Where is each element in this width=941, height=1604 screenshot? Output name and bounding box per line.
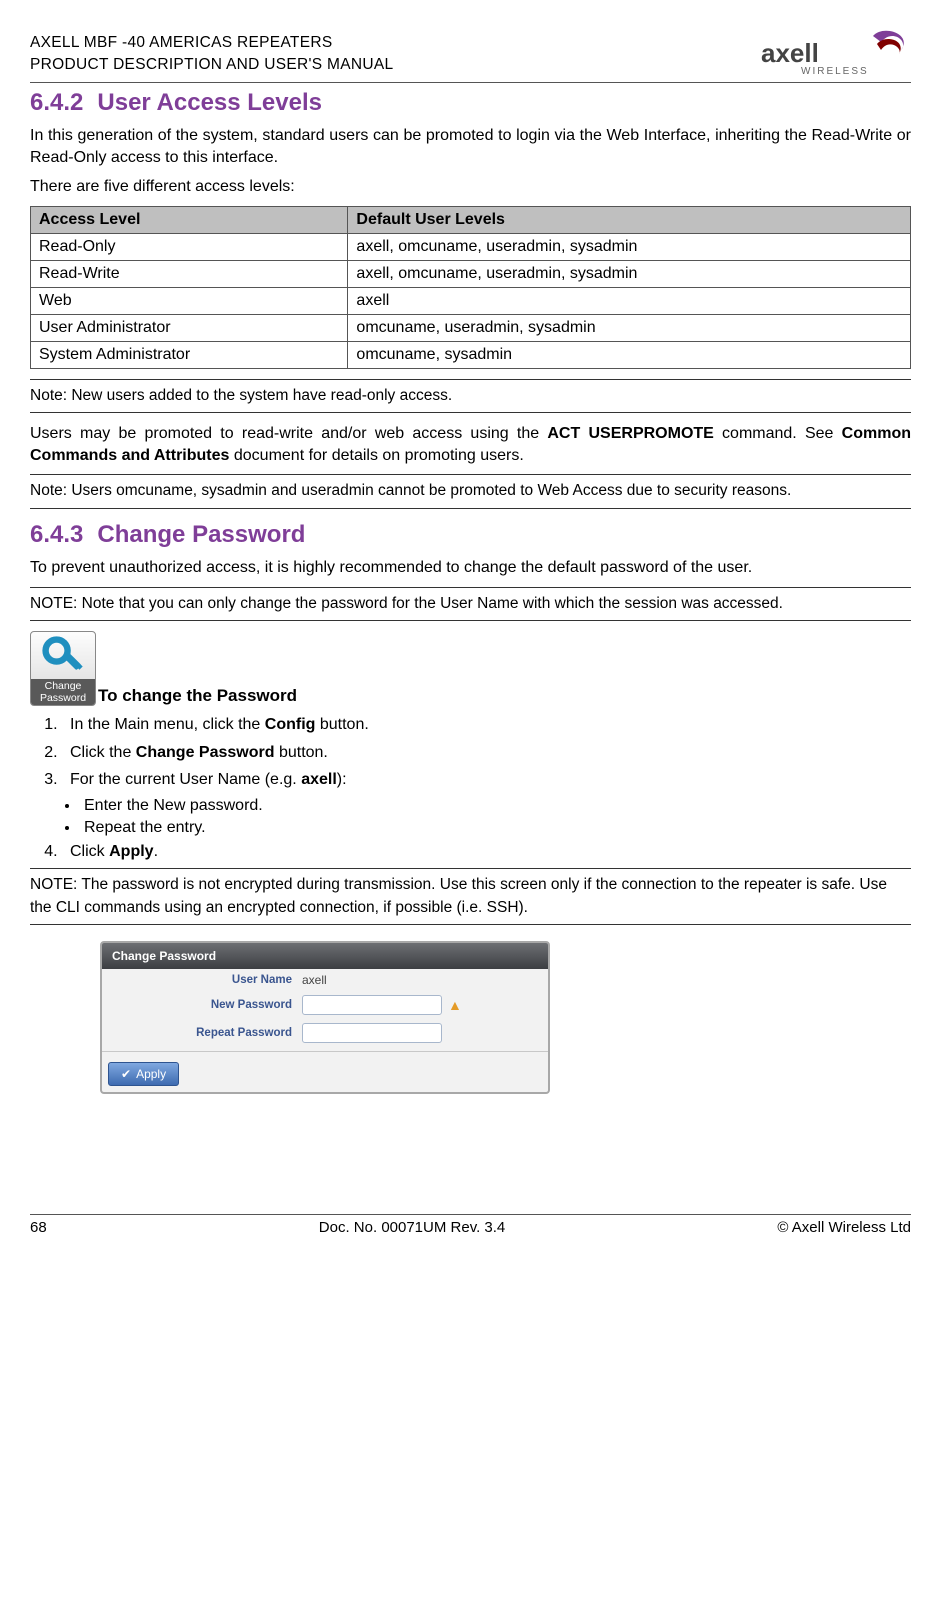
page-footer: 68 Doc. No. 00071UM Rev. 3.4 © Axell Wir…	[30, 1214, 911, 1236]
access-levels-table: Access Level Default User Levels Read-On…	[30, 206, 911, 369]
table-header-access-level: Access Level	[31, 206, 348, 233]
apply-label: Apply	[136, 1067, 166, 1081]
table-row: Webaxell	[31, 287, 911, 314]
note-encryption: NOTE: The password is not encrypted duri…	[30, 868, 911, 925]
username-value: axell	[302, 973, 327, 987]
table-row: Read-Writeaxell, omcuname, useradmin, sy…	[31, 260, 911, 287]
check-icon: ✔	[121, 1067, 131, 1081]
table-row: Read-Onlyaxell, omcuname, useradmin, sys…	[31, 233, 911, 260]
bullet-item: Repeat the entry.	[80, 819, 911, 837]
table-row: User Administratoromcuname, useradmin, s…	[31, 314, 911, 341]
change-password-dialog: Change Password User Name axell New Pass…	[100, 941, 550, 1094]
step-item: Click the Change Password button.	[62, 742, 911, 764]
header-line2: PRODUCT DESCRIPTION AND USER'S MANUAL	[30, 54, 393, 76]
warning-icon: ▲	[448, 997, 462, 1013]
section-heading-change-password: 6.4.3 Change Password	[30, 521, 911, 549]
section-number: 6.4.3	[30, 521, 83, 549]
table-row: System Administratoromcuname, sysadmin	[31, 341, 911, 368]
paragraph: To prevent unauthorized access, it is hi…	[30, 557, 911, 579]
username-label: User Name	[112, 974, 302, 986]
sub-bullets: Enter the New password. Repeat the entry…	[80, 797, 911, 837]
steps-list-cont: Click Apply.	[62, 841, 911, 863]
axell-logo-icon: axell WIRELESS	[761, 30, 911, 78]
section-heading-user-access-levels: 6.4.2 User Access Levels	[30, 89, 911, 117]
paragraph: There are five different access levels:	[30, 176, 911, 198]
icon-label: ChangePassword	[31, 679, 95, 705]
dialog-row-repeatpassword: Repeat Password	[102, 1019, 548, 1047]
table-header-default-users: Default User Levels	[348, 206, 911, 233]
repeatpassword-label: Repeat Password	[112, 1027, 302, 1039]
bullet-item: Enter the New password.	[80, 797, 911, 815]
dialog-row-newpassword: New Password ▲	[102, 991, 548, 1019]
change-password-button-icon: ChangePassword	[30, 631, 96, 706]
logo-text-bottom: WIRELESS	[801, 66, 869, 77]
step-item: In the Main menu, click the Config butto…	[62, 714, 911, 736]
section-title: Change Password	[97, 521, 305, 548]
dialog-separator	[102, 1051, 548, 1052]
brand-logo: axell WIRELESS	[761, 30, 911, 78]
steps-list: In the Main menu, click the Config butto…	[62, 714, 911, 791]
note-readonly: Note: New users added to the system have…	[30, 379, 911, 413]
note-webaccess: Note: Users omcuname, sysadmin and usera…	[30, 474, 911, 508]
header-line1: AXELL MBF -40 AMERICAS REPEATERS	[30, 32, 393, 54]
section-title: User Access Levels	[97, 89, 322, 116]
logo-text-top: axell	[761, 38, 819, 68]
paragraph-promote: Users may be promoted to read-write and/…	[30, 423, 911, 466]
doc-number: Doc. No. 00071UM Rev. 3.4	[319, 1219, 505, 1236]
repeatpassword-input[interactable]	[302, 1023, 442, 1043]
paragraph: In this generation of the system, standa…	[30, 125, 911, 168]
newpassword-label: New Password	[112, 999, 302, 1011]
dialog-row-username: User Name axell	[102, 969, 548, 991]
procedure-title: To change the Password	[98, 686, 297, 706]
apply-button[interactable]: ✔ Apply	[108, 1062, 179, 1086]
step-item: Click Apply.	[62, 841, 911, 863]
copyright: © Axell Wireless Ltd	[777, 1219, 911, 1236]
step-item: For the current User Name (e.g. axell):	[62, 769, 911, 791]
page-header: AXELL MBF -40 AMERICAS REPEATERS PRODUCT…	[30, 30, 911, 83]
note-username-session: NOTE: Note that you can only change the …	[30, 587, 911, 621]
header-text: AXELL MBF -40 AMERICAS REPEATERS PRODUCT…	[30, 32, 393, 77]
newpassword-input[interactable]	[302, 995, 442, 1015]
key-icon	[39, 635, 87, 679]
page-number: 68	[30, 1219, 47, 1236]
change-password-icon-row: ChangePassword To change the Password	[30, 631, 911, 706]
section-number: 6.4.2	[30, 89, 83, 117]
dialog-title: Change Password	[102, 943, 548, 969]
